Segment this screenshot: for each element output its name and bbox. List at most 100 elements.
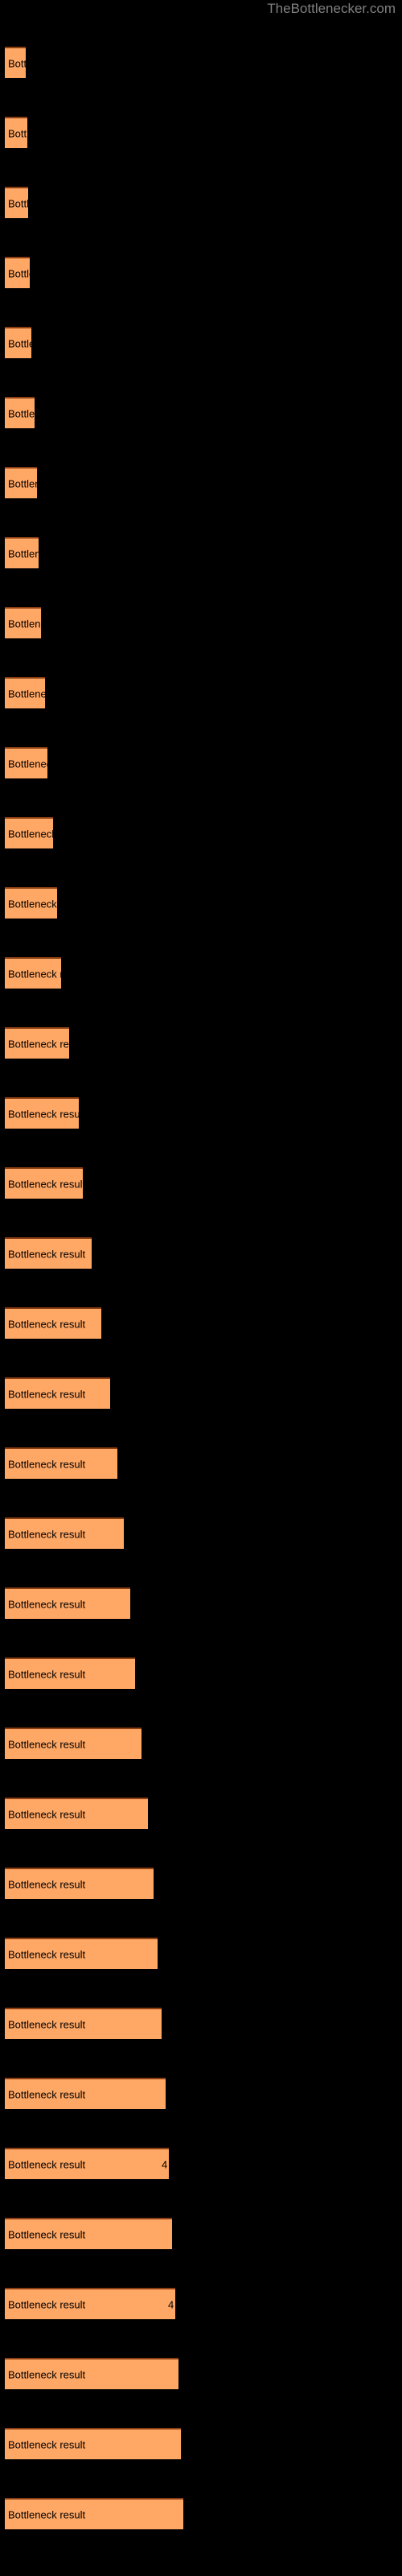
bar[interactable]: Bottleneck result bbox=[5, 1728, 142, 1759]
bar[interactable]: Bottleneck result bbox=[5, 1447, 117, 1479]
bar[interactable]: Bottleneck result bbox=[5, 1517, 124, 1549]
bar[interactable]: Bottleneck result bbox=[5, 2218, 172, 2249]
bar-row: Bottleneck result bbox=[0, 957, 402, 989]
bar-label: Bottleneck result bbox=[8, 828, 53, 840]
bar-row: Bottleneck result bbox=[0, 1237, 402, 1269]
bar-label: Bottleneck result bbox=[8, 1318, 86, 1330]
bar[interactable]: Bottleneck result bbox=[5, 257, 30, 288]
bar-row: Bottleneck result bbox=[0, 187, 402, 218]
bar-label: Bottleneck result bbox=[8, 1528, 86, 1540]
bar[interactable]: Bottleneck result bbox=[5, 327, 31, 358]
bar-row: Bottleneck result bbox=[0, 1167, 402, 1199]
bar[interactable]: Bottleneck result bbox=[5, 1167, 83, 1199]
bar-label: Bottleneck result bbox=[8, 2088, 86, 2100]
bar[interactable]: Bottleneck result bbox=[5, 1307, 101, 1339]
bar-row: Bottleneck result bbox=[0, 1938, 402, 1969]
bar[interactable]: Bottleneck result bbox=[5, 1097, 79, 1129]
bar[interactable]: Bottleneck result bbox=[5, 467, 37, 498]
bar-row: Bottleneck result bbox=[0, 1307, 402, 1339]
bar[interactable]: Bottleneck result bbox=[5, 1657, 135, 1689]
bar-label: Bottleneck result bbox=[8, 2368, 86, 2380]
bar-label: Bottleneck result bbox=[8, 898, 57, 910]
bar-row: Bottleneck result bbox=[0, 2498, 402, 2529]
bar[interactable]: Bottleneck result bbox=[5, 117, 27, 148]
bar[interactable]: Bottleneck result bbox=[5, 1938, 158, 1969]
bar-row: Bottleneck result bbox=[0, 1097, 402, 1129]
bar-row: Bottleneck result bbox=[0, 1657, 402, 1689]
bar-label: Bottleneck result bbox=[8, 968, 61, 980]
bar[interactable]: Bottleneck result bbox=[5, 537, 39, 568]
bar[interactable]: Bottleneck result bbox=[5, 607, 41, 638]
bar-label: Bottleneck result bbox=[8, 1808, 86, 1820]
bar-label: Bottleneck result bbox=[8, 1248, 86, 1260]
bar[interactable]: Bottleneck result bbox=[5, 817, 53, 848]
bar-row: Bottleneck result 4 bbox=[0, 2148, 402, 2179]
bar-row: Bottleneck result bbox=[0, 2218, 402, 2249]
bar[interactable]: Bottleneck result bbox=[5, 957, 61, 989]
bar-label: Bottleneck result bbox=[8, 1458, 86, 1470]
bar[interactable]: Bottleneck result 4 bbox=[5, 2148, 169, 2179]
bar-row: Bottleneck result bbox=[0, 1447, 402, 1479]
bar-row: Bottleneck result bbox=[0, 1377, 402, 1409]
bar-row: Bottleneck result bbox=[0, 2428, 402, 2459]
bar-value-label: 4 bbox=[162, 2158, 168, 2170]
bar-row: Bottleneck result bbox=[0, 817, 402, 848]
chart-root: TheBottlenecker.com Bottleneck resultBot… bbox=[0, 0, 402, 2576]
bar-label: Bottleneck result bbox=[8, 1178, 83, 1190]
bar-label: Bottleneck result bbox=[8, 1878, 86, 1890]
bar-row: Bottleneck result bbox=[0, 1728, 402, 1759]
bar-label: Bottleneck result bbox=[8, 2438, 86, 2450]
bar-label: Bottleneck result bbox=[8, 1738, 86, 1750]
bar[interactable]: Bottleneck result bbox=[5, 397, 35, 428]
bar[interactable]: Bottleneck result bbox=[5, 747, 47, 778]
bar-row: Bottleneck result bbox=[0, 2008, 402, 2039]
bar-row: Bottleneck result bbox=[0, 327, 402, 358]
bar-row: Bottleneck result bbox=[0, 607, 402, 638]
bar-row: Bottleneck result bbox=[0, 257, 402, 288]
bar-label: Bottleneck result bbox=[8, 407, 35, 419]
bar[interactable]: Bottleneck result bbox=[5, 2078, 166, 2109]
bar-label: Bottleneck result bbox=[8, 477, 37, 489]
bar[interactable]: Bottleneck result bbox=[5, 2428, 181, 2459]
bar-row: Bottleneck result bbox=[0, 1517, 402, 1549]
bar-label: Bottleneck result bbox=[8, 267, 30, 279]
bar-row: Bottleneck result 4 bbox=[0, 2288, 402, 2319]
bar-label: Bottleneck result bbox=[8, 337, 31, 349]
bar-label: Bottleneck result bbox=[8, 197, 28, 209]
bar-value-label: 4 bbox=[168, 2298, 174, 2310]
bar[interactable]: Bottleneck result bbox=[5, 1798, 148, 1829]
bar-label: Bottleneck result bbox=[8, 547, 39, 559]
bar-row: Bottleneck result bbox=[0, 2078, 402, 2109]
bar[interactable]: Bottleneck result bbox=[5, 2008, 162, 2039]
bar-label: Bottleneck result bbox=[8, 127, 27, 139]
bar-row: Bottleneck result bbox=[0, 887, 402, 919]
bar-label: Bottleneck result bbox=[8, 1948, 86, 1960]
bar[interactable]: Bottleneck result 4 bbox=[5, 2288, 175, 2319]
bar[interactable]: Bottleneck result bbox=[5, 1868, 154, 1899]
bar-row: Bottleneck result bbox=[0, 1868, 402, 1899]
bar-row: Bottleneck result bbox=[0, 1798, 402, 1829]
bar-row: Bottleneck result bbox=[0, 1027, 402, 1059]
bar-row: Bottleneck result bbox=[0, 397, 402, 428]
bar[interactable]: Bottleneck result bbox=[5, 887, 57, 919]
bar-label: Bottleneck result bbox=[8, 1038, 69, 1050]
bar[interactable]: Bottleneck result bbox=[5, 1377, 110, 1409]
bar-row: Bottleneck result bbox=[0, 2358, 402, 2389]
bar-label: Bottleneck result bbox=[8, 1668, 86, 1680]
bar-row: Bottleneck result bbox=[0, 47, 402, 78]
bar[interactable]: Bottleneck result bbox=[5, 2358, 178, 2389]
bar[interactable]: Bottleneck result bbox=[5, 677, 45, 708]
bar[interactable]: Bottleneck result bbox=[5, 2498, 183, 2529]
bar[interactable]: Bottleneck result bbox=[5, 47, 26, 78]
bar[interactable]: Bottleneck result bbox=[5, 187, 28, 218]
bar-label: Bottleneck result bbox=[8, 57, 26, 69]
bar-label: Bottleneck result bbox=[8, 758, 47, 770]
bar-label: Bottleneck result bbox=[8, 2508, 86, 2520]
bar[interactable]: Bottleneck result bbox=[5, 1027, 69, 1059]
bar-row: Bottleneck result bbox=[0, 1587, 402, 1619]
bar[interactable]: Bottleneck result bbox=[5, 1587, 130, 1619]
bar-row: Bottleneck result bbox=[0, 677, 402, 708]
bar[interactable]: Bottleneck result bbox=[5, 1237, 92, 1269]
bar-label: Bottleneck result bbox=[8, 1388, 86, 1400]
bar-label: Bottleneck result bbox=[8, 1598, 86, 1610]
